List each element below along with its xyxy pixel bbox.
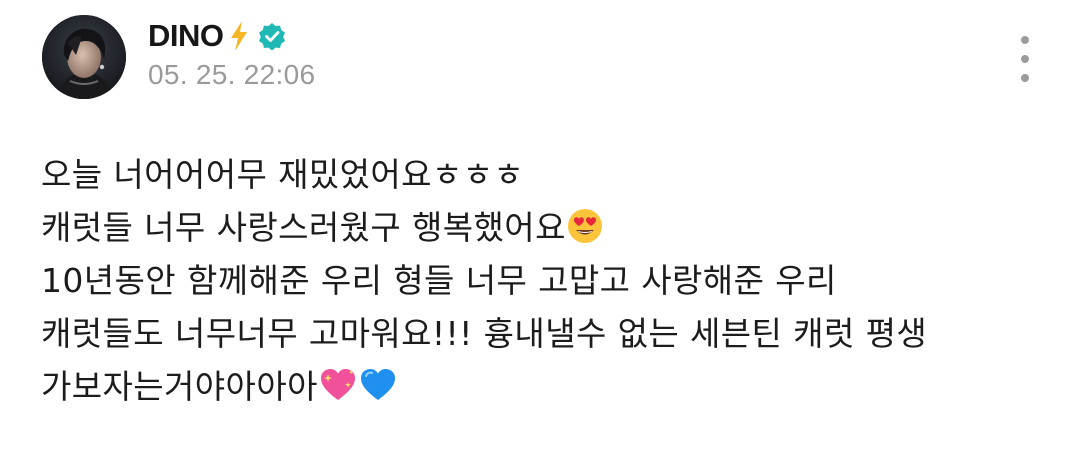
author-row: DINO bbox=[148, 16, 315, 56]
post-body: 오늘 너어어어무 재밌었어요ㅎㅎㅎ 캐럿들 너무 사랑스러웠구 행복했어요 10… bbox=[41, 148, 1051, 413]
avatar-photo bbox=[42, 15, 126, 99]
post-text-line-5: 가보자는거야아아아 bbox=[41, 360, 1051, 413]
vertical-ellipsis-icon bbox=[1021, 55, 1029, 63]
more-options-button[interactable] bbox=[1012, 36, 1038, 82]
lightning-icon bbox=[228, 20, 250, 52]
post-text: 가보자는거야아아아 bbox=[41, 367, 318, 406]
vertical-ellipsis-icon bbox=[1021, 74, 1029, 82]
post-header: DINO 05. 25. 22:06 bbox=[42, 12, 1042, 102]
blue-heart-emoji bbox=[358, 366, 398, 419]
heart-eyes-emoji bbox=[566, 207, 604, 260]
post-text-line-2: 캐럿들 너무 사랑스러웠구 행복했어요 bbox=[41, 201, 1051, 254]
post-text-line-1: 오늘 너어어어무 재밌었어요ㅎㅎㅎ bbox=[41, 148, 1051, 201]
post-timestamp: 05. 25. 22:06 bbox=[148, 59, 316, 90]
verified-icon bbox=[258, 22, 286, 51]
sparkling-heart-emoji bbox=[318, 366, 358, 419]
post-text: 오늘 너어어어무 재밌었어요ㅎㅎㅎ bbox=[41, 155, 525, 194]
post-text: 캐럿들 너무 사랑스러웠구 행복했어요 bbox=[41, 208, 566, 247]
vertical-ellipsis-icon bbox=[1021, 36, 1029, 44]
author-name[interactable]: DINO bbox=[148, 18, 224, 54]
avatar[interactable] bbox=[42, 15, 126, 99]
post-text-line-3: 10년동안 함께해준 우리 형들 너무 고맙고 사랑해준 우리 bbox=[41, 254, 1051, 307]
author-block: DINO 05. 25. 22:06 bbox=[148, 16, 315, 91]
post-text-line-4: 캐럿들도 너무너무 고마워요!!! 흉내낼수 없는 세븐틴 캐럿 평생 bbox=[41, 307, 1051, 360]
post-text: 10년동안 함께해준 우리 형들 너무 고맙고 사랑해준 우리 bbox=[41, 261, 837, 300]
post-text: 캐럿들도 너무너무 고마워요!!! 흉내낼수 없는 세븐틴 캐럿 평생 bbox=[41, 314, 928, 353]
